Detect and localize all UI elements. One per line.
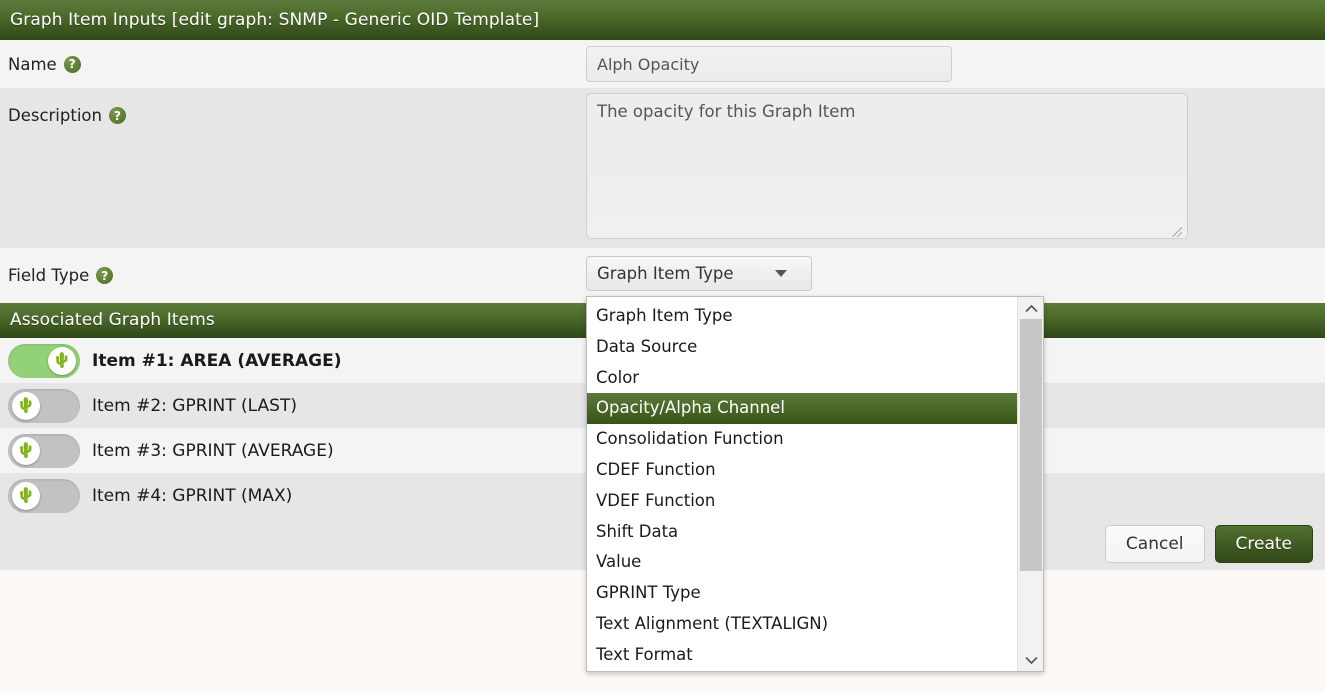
- dropdown-option[interactable]: GPRINT Type: [587, 578, 1017, 609]
- dropdown-option[interactable]: VDEF Function: [587, 486, 1017, 517]
- cactus-icon: 🌵: [12, 392, 40, 420]
- question-mark-icon[interactable]: ?: [64, 56, 81, 73]
- description-label-cell: Description ?: [0, 88, 586, 125]
- graph-item-label[interactable]: Item #2: GPRINT (LAST): [92, 396, 297, 416]
- field-type-label-cell: Field Type ?: [0, 266, 586, 285]
- graph-item-inputs-page: Graph Item Inputs [edit graph: SNMP - Ge…: [0, 0, 1325, 693]
- field-type-dropdown-list[interactable]: Graph Item TypeData SourceColorOpacity/A…: [586, 296, 1044, 672]
- form-row-name: Name ?: [0, 40, 1325, 88]
- graph-item-toggle[interactable]: 🌵: [8, 389, 80, 423]
- question-mark-icon[interactable]: ?: [96, 267, 113, 284]
- cancel-button[interactable]: Cancel: [1105, 525, 1205, 563]
- cactus-icon: 🌵: [48, 347, 76, 375]
- field-type-label: Field Type: [8, 266, 89, 285]
- dropdown-option[interactable]: Consolidation Function: [587, 424, 1017, 455]
- page-title: Graph Item Inputs [edit graph: SNMP - Ge…: [10, 12, 539, 29]
- name-label: Name: [8, 55, 57, 74]
- chevron-down-icon: [775, 270, 787, 277]
- graph-item-toggle[interactable]: 🌵: [8, 344, 80, 378]
- dropdown-option[interactable]: Color: [587, 363, 1017, 394]
- window-title-bar: Graph Item Inputs [edit graph: SNMP - Ge…: [0, 0, 1325, 40]
- graph-item-label[interactable]: Item #4: GPRINT (MAX): [92, 486, 292, 506]
- cactus-icon: 🌵: [12, 437, 40, 465]
- dropdown-option[interactable]: Text Alignment (TEXTALIGN): [587, 609, 1017, 640]
- dropdown-option[interactable]: Opacity/Alpha Channel: [587, 393, 1017, 424]
- chevron-up-icon[interactable]: [1018, 297, 1044, 319]
- scrollbar-thumb[interactable]: [1020, 319, 1042, 571]
- dropdown-option[interactable]: Data Source: [587, 332, 1017, 363]
- name-input[interactable]: [586, 46, 952, 82]
- name-label-cell: Name ?: [0, 55, 586, 74]
- dropdown-options-container: Graph Item TypeData SourceColorOpacity/A…: [587, 297, 1017, 671]
- dropdown-option[interactable]: Value: [587, 547, 1017, 578]
- graph-item-toggle[interactable]: 🌵: [8, 434, 80, 468]
- graph-item-toggle[interactable]: 🌵: [8, 479, 80, 513]
- graph-item-label[interactable]: Item #1: AREA (AVERAGE): [92, 351, 341, 371]
- graph-item-label[interactable]: Item #3: GPRINT (AVERAGE): [92, 441, 334, 461]
- description-textarea-wrapper: The opacity for this Graph Item: [586, 88, 1188, 243]
- chevron-down-icon[interactable]: [1018, 649, 1044, 671]
- description-label: Description: [8, 106, 102, 125]
- dropdown-option[interactable]: CDEF Function: [587, 455, 1017, 486]
- field-type-select[interactable]: Graph Item Type: [586, 256, 812, 291]
- field-type-select-value: Graph Item Type: [597, 264, 734, 283]
- create-button[interactable]: Create: [1215, 525, 1314, 563]
- dropdown-scrollbar[interactable]: [1017, 297, 1043, 671]
- dropdown-option[interactable]: Shift Data: [587, 517, 1017, 548]
- question-mark-icon[interactable]: ?: [109, 107, 126, 124]
- form-row-description: Description ? The opacity for this Graph…: [0, 88, 1325, 248]
- dropdown-option[interactable]: Text Format: [587, 640, 1017, 671]
- associated-graph-items-title: Associated Graph Items: [10, 312, 215, 329]
- dropdown-option[interactable]: Graph Item Type: [587, 301, 1017, 332]
- description-textarea[interactable]: The opacity for this Graph Item: [586, 93, 1188, 239]
- cactus-icon: 🌵: [12, 482, 40, 510]
